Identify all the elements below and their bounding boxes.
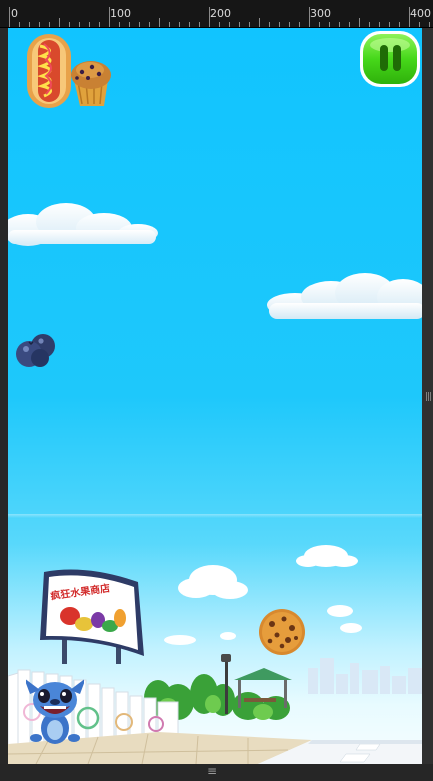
muffin-icon[interactable] xyxy=(68,58,114,108)
left-gutter xyxy=(0,28,8,764)
ruler-tick xyxy=(369,22,370,27)
ruler-tick xyxy=(249,22,250,27)
horizontal-ruler: 0 100 200 300 400 xyxy=(0,0,433,28)
ruler-tick xyxy=(329,22,330,27)
ruler-tick xyxy=(289,22,290,27)
ruler-tick xyxy=(399,22,400,27)
ruler-tick xyxy=(169,22,170,27)
ruler-tick xyxy=(259,18,260,27)
stitch-character xyxy=(26,679,84,744)
resize-grip-horizontal[interactable]: ≡ xyxy=(207,764,217,778)
ruler-tick xyxy=(429,22,430,27)
resize-grip-vertical[interactable]: ||| xyxy=(425,392,432,402)
ruler-tick xyxy=(79,22,80,27)
ruler-tick xyxy=(39,22,40,27)
ruler-label-200: 200 xyxy=(210,7,231,20)
ruler-tick xyxy=(239,22,240,27)
ruler-tick xyxy=(59,18,60,27)
ruler-tick xyxy=(149,22,150,27)
ruler-tick xyxy=(99,22,100,27)
ruler-tick xyxy=(389,22,390,27)
ruler-label-0: 0 xyxy=(11,7,18,20)
game-window: 0 100 200 300 400 疯狂水果商店 ||| ≡ xyxy=(0,0,433,781)
ruler-tick xyxy=(69,22,70,27)
blueberry-icon[interactable] xyxy=(15,332,59,368)
ruler-tick xyxy=(119,22,120,27)
ruler-tick xyxy=(419,22,420,27)
ruler-tick xyxy=(349,22,350,27)
ruler-tick xyxy=(319,22,320,27)
ruler-label-300: 300 xyxy=(310,7,331,20)
ruler-tick xyxy=(89,22,90,27)
ruler-tick xyxy=(19,22,20,27)
ruler-tick xyxy=(269,22,270,27)
cloud-left xyxy=(8,203,158,246)
ruler-tick xyxy=(189,22,190,27)
ruler-tick xyxy=(199,22,200,27)
ruler-tick xyxy=(339,22,340,27)
pause-icon xyxy=(360,31,420,87)
ruler-tick xyxy=(139,22,140,27)
ruler-tick xyxy=(29,22,30,27)
ruler-tick xyxy=(9,7,10,27)
ruler-tick xyxy=(159,18,160,27)
hot-dog-icon[interactable] xyxy=(24,32,74,110)
ruler-tick xyxy=(179,22,180,27)
cloud-right xyxy=(267,273,422,319)
cookie-icon[interactable] xyxy=(258,608,306,656)
bottom-scrollbar[interactable]: ≡ xyxy=(0,764,433,781)
ruler-label-400: 400 xyxy=(410,7,431,20)
ruler-tick xyxy=(49,22,50,27)
game-canvas[interactable]: 疯狂水果商店 xyxy=(8,28,422,764)
ruler-tick xyxy=(219,22,220,27)
ruler-tick xyxy=(359,18,360,27)
ruler-tick xyxy=(279,22,280,27)
ruler-tick xyxy=(129,22,130,27)
ruler-tick xyxy=(379,22,380,27)
pause-button[interactable] xyxy=(359,30,421,88)
ruler-tick xyxy=(229,22,230,27)
ruler-tick xyxy=(299,22,300,27)
ruler-label-100: 100 xyxy=(110,7,131,20)
right-scrollbar[interactable]: ||| xyxy=(422,28,433,764)
